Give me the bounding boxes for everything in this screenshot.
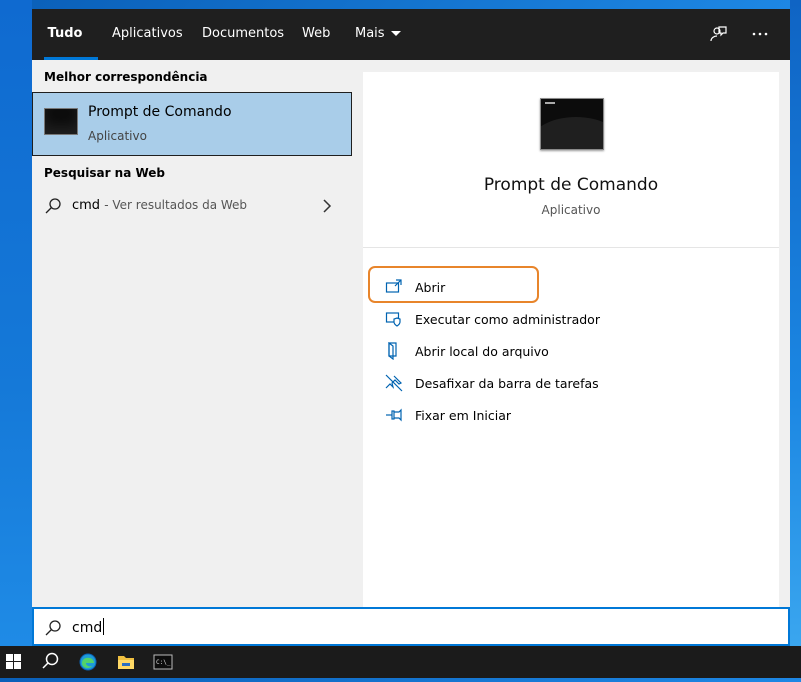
detail-title: Prompt de Comando <box>483 175 659 195</box>
command-prompt-icon <box>540 98 604 150</box>
web-search-result[interactable]: cmd - Ver resultados da Web <box>32 192 350 222</box>
command-prompt-icon <box>44 108 78 135</box>
tab-documents[interactable]: Documentos <box>202 9 284 60</box>
details-pane: Prompt de Comando Aplicativo Abrir Execu… <box>363 60 790 617</box>
windows-start-icon[interactable] <box>0 646 36 678</box>
tab-all[interactable]: Tudo <box>32 9 98 60</box>
file-explorer-icon[interactable] <box>108 646 144 678</box>
edge-icon[interactable] <box>70 646 106 678</box>
divider <box>363 247 779 248</box>
app-details-card: Prompt de Comando Aplicativo Abrir Execu… <box>363 72 779 617</box>
web-search-hint: - Ver resultados da Web <box>104 198 248 212</box>
tab-web[interactable]: Web <box>302 9 330 60</box>
unpin-taskbar-action[interactable]: Desafixar da barra de tarefas <box>379 368 759 400</box>
more-options-icon[interactable] <box>750 24 770 44</box>
taskbar: C:\_ <box>0 646 801 678</box>
unpin-icon <box>385 374 403 392</box>
pin-to-start-action[interactable]: Fixar em Iniciar <box>379 400 759 432</box>
search-query: cmd <box>72 620 103 636</box>
svg-text:C:\_: C:\_ <box>156 659 171 666</box>
best-match-heading: Melhor correspondência <box>44 70 208 84</box>
search-icon <box>45 620 61 636</box>
open-icon <box>385 279 402 293</box>
feedback-icon[interactable] <box>708 24 728 44</box>
search-icon[interactable] <box>32 646 68 678</box>
chevron-down-icon <box>390 31 401 36</box>
chevron-right-icon[interactable] <box>322 199 332 213</box>
tab-apps[interactable]: Aplicativos <box>112 9 183 60</box>
search-filter-bar: Tudo Aplicativos Documentos Web Mais <box>32 9 790 60</box>
pin-icon <box>386 408 402 422</box>
desktop-background-right <box>790 0 801 646</box>
open-file-location-action[interactable]: Abrir local do arquivo <box>379 336 759 368</box>
tab-more[interactable]: Mais <box>355 9 401 60</box>
run-as-admin-action[interactable]: Executar como administrador <box>379 304 759 336</box>
search-input[interactable]: cmd <box>32 607 790 646</box>
desktop-background-left <box>0 0 32 646</box>
file-location-icon <box>388 342 397 360</box>
best-match-title: Prompt de Comando <box>88 104 232 120</box>
web-search-term: cmd <box>72 198 101 213</box>
best-match-result[interactable]: Prompt de Comando Aplicativo <box>32 92 352 156</box>
open-action[interactable]: Abrir <box>379 272 759 304</box>
web-search-heading: Pesquisar na Web <box>44 166 166 180</box>
command-prompt-icon[interactable]: C:\_ <box>145 646 181 678</box>
search-icon <box>45 198 61 214</box>
text-cursor <box>103 618 105 635</box>
results-list: Melhor correspondência Prompt de Comando… <box>32 60 363 617</box>
shield-icon <box>385 312 401 327</box>
start-search-panel: Tudo Aplicativos Documentos Web Mais Mel… <box>32 9 790 646</box>
best-match-subtitle: Aplicativo <box>88 129 147 143</box>
detail-subtitle: Aplicativo <box>541 203 601 217</box>
